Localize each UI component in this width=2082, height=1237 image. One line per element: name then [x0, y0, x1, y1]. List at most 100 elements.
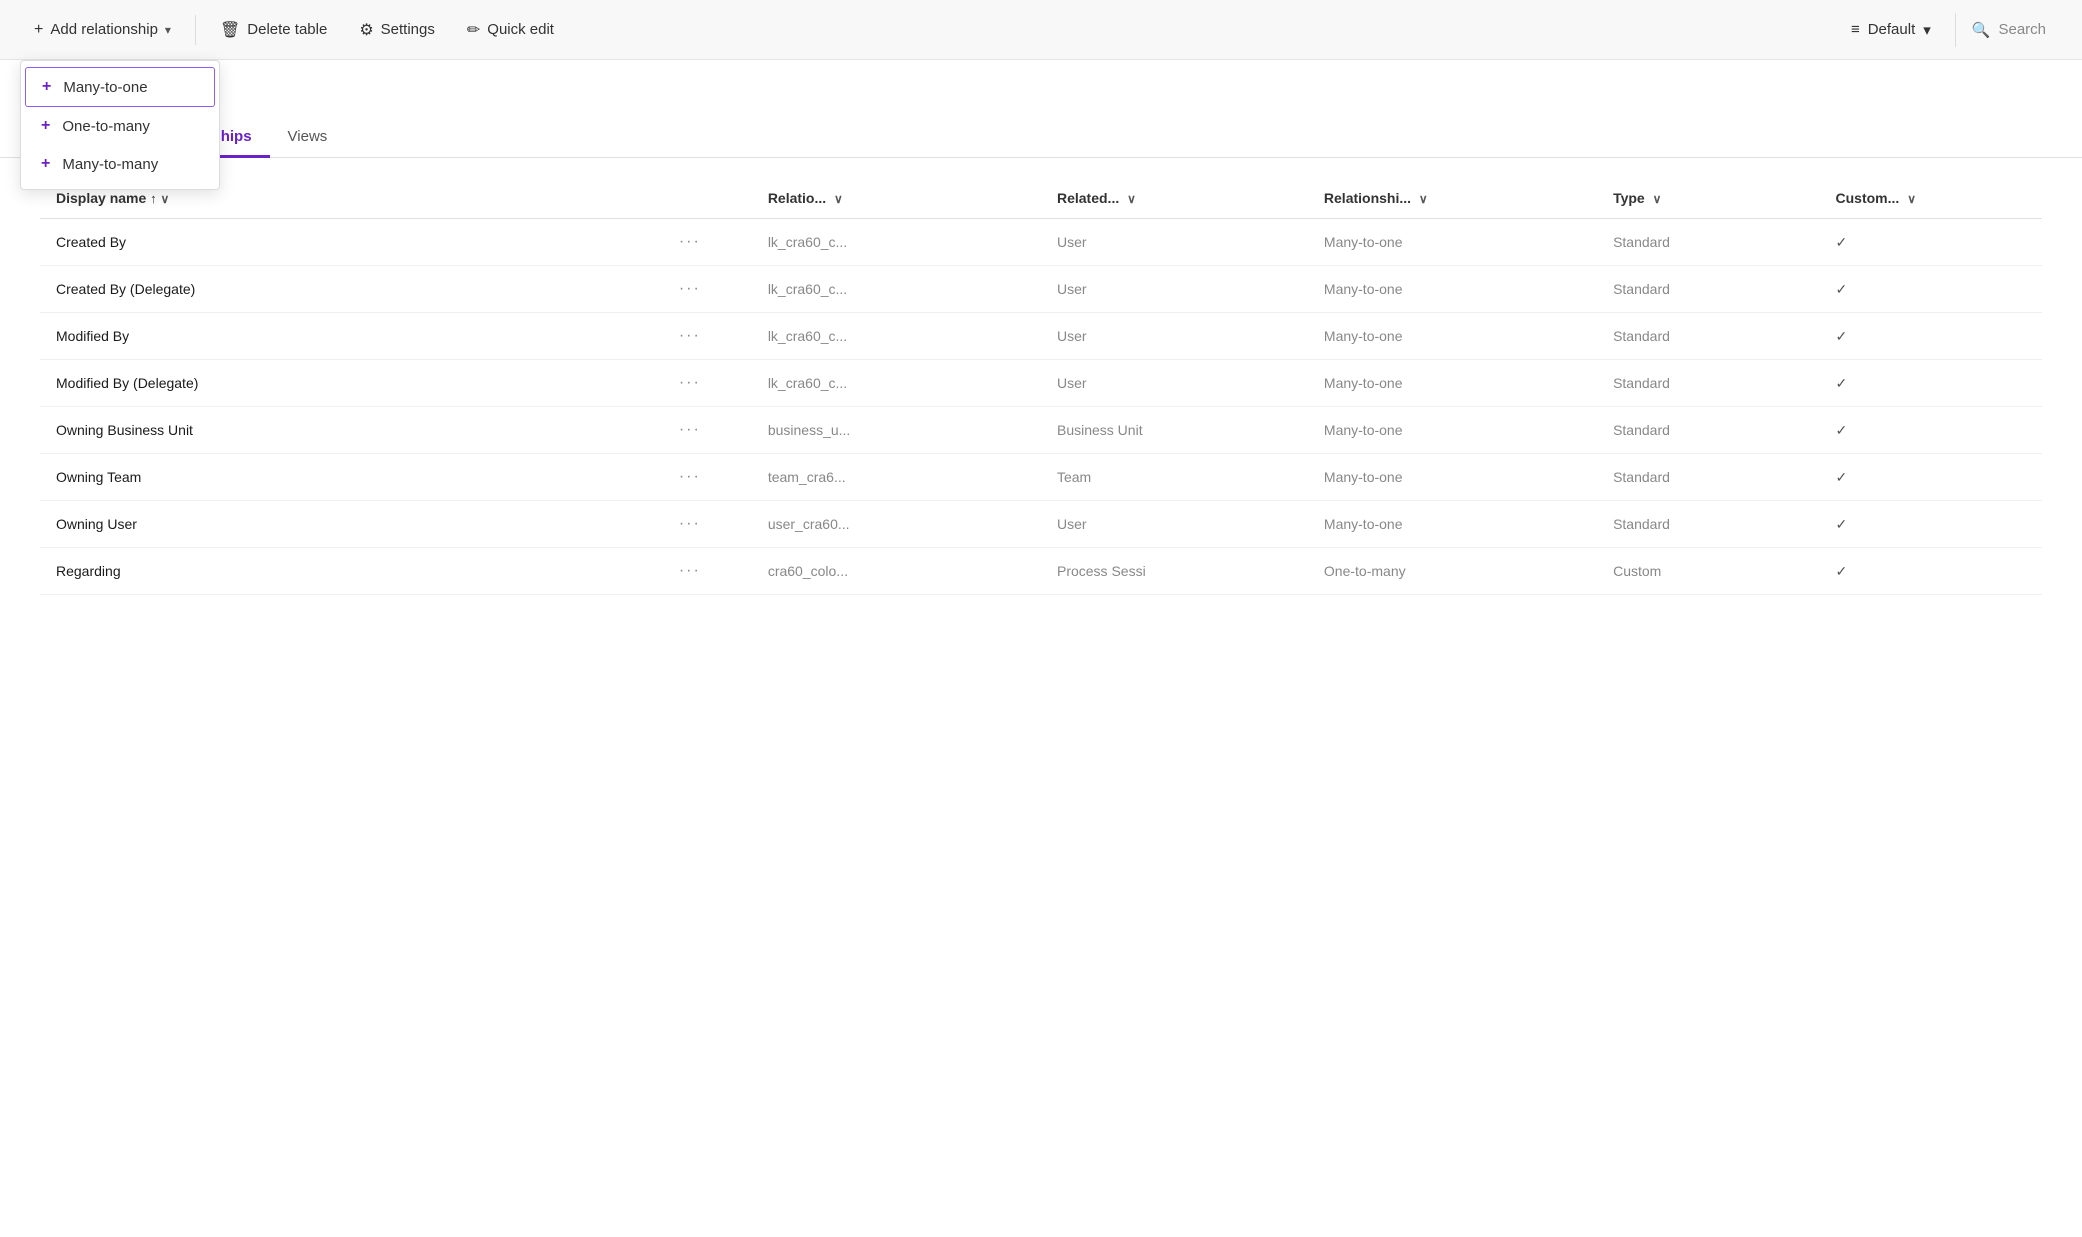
cell-more-options[interactable]: ··· — [663, 407, 752, 454]
cell-relationship: Many-to-one — [1308, 360, 1597, 407]
cell-display-name: Modified By (Delegate) — [40, 360, 663, 407]
cell-relationship: Many-to-one — [1308, 219, 1597, 266]
cell-more-options[interactable]: ··· — [663, 548, 752, 595]
cell-relation-name: lk_cra60_c... — [752, 313, 1041, 360]
cell-custom: ✓ — [1820, 266, 2042, 313]
cell-display-name: Modified By — [40, 313, 663, 360]
relationships-table: Display name ↑ ∨ Relatio... ∨ Related...… — [40, 178, 2042, 595]
cell-more-options[interactable]: ··· — [663, 266, 752, 313]
cell-related: Process Sessi — [1041, 548, 1308, 595]
cell-related: User — [1041, 219, 1308, 266]
settings-label: Settings — [381, 21, 435, 38]
cell-more-options[interactable]: ··· — [663, 360, 752, 407]
cell-type: Standard — [1597, 454, 1819, 501]
cell-relationship: Many-to-one — [1308, 266, 1597, 313]
table-container: Display name ↑ ∨ Relatio... ∨ Related...… — [0, 158, 2082, 615]
settings-button[interactable]: ⚙ Settings — [345, 12, 449, 48]
cell-display-name: Owning Team — [40, 454, 663, 501]
dropdown-one-to-many[interactable]: + One-to-many — [21, 107, 219, 145]
tab-views[interactable]: Views — [270, 118, 346, 158]
page-header: Tables › Color — [0, 60, 2082, 104]
table-row[interactable]: Created By (Delegate) ··· lk_cra60_c... … — [40, 266, 2042, 313]
default-chevron: ▾ — [1923, 21, 1931, 39]
table-row[interactable]: Owning Business Unit ··· business_u... B… — [40, 407, 2042, 454]
one-to-many-plus-icon: + — [41, 117, 50, 135]
many-to-many-label: Many-to-many — [62, 156, 158, 173]
add-relationship-button[interactable]: + Add relationship ▾ — [20, 13, 185, 47]
table-row[interactable]: Modified By (Delegate) ··· lk_cra60_c...… — [40, 360, 2042, 407]
col-header-type[interactable]: Type ∨ — [1597, 178, 1819, 219]
col-header-relationship[interactable]: Relationshi... ∨ — [1308, 178, 1597, 219]
cell-more-options[interactable]: ··· — [663, 313, 752, 360]
cell-display-name: Owning Business Unit — [40, 407, 663, 454]
cell-custom: ✓ — [1820, 548, 2042, 595]
cell-custom: ✓ — [1820, 501, 2042, 548]
delete-icon: 🗑 — [220, 20, 240, 40]
default-button[interactable]: ≡ Default ▾ — [1835, 13, 1947, 47]
cell-custom: ✓ — [1820, 219, 2042, 266]
cell-type: Standard — [1597, 219, 1819, 266]
add-relationship-chevron: ▾ — [165, 23, 171, 37]
col-header-custom[interactable]: Custom... ∨ — [1820, 178, 2042, 219]
search-icon: 🔍 — [1972, 21, 1991, 39]
add-relationship-label: Add relationship — [50, 21, 158, 38]
cell-relation-name: cra60_colo... — [752, 548, 1041, 595]
cell-related: User — [1041, 360, 1308, 407]
delete-table-label: Delete table — [247, 21, 327, 38]
plus-icon: + — [34, 21, 43, 39]
toolbar: + Add relationship ▾ 🗑 Delete table ⚙ Se… — [0, 0, 2082, 60]
quick-edit-label: Quick edit — [487, 21, 554, 38]
cell-more-options[interactable]: ··· — [663, 454, 752, 501]
cell-related: User — [1041, 266, 1308, 313]
many-to-one-plus-icon: + — [42, 78, 51, 96]
cell-display-name: Created By — [40, 219, 663, 266]
table-row[interactable]: Modified By ··· lk_cra60_c... User Many-… — [40, 313, 2042, 360]
cell-display-name: Created By (Delegate) — [40, 266, 663, 313]
add-relationship-dropdown: + Many-to-one + One-to-many + Many-to-ma… — [20, 60, 220, 190]
cell-relationship: Many-to-one — [1308, 313, 1597, 360]
cell-display-name: Owning User — [40, 501, 663, 548]
cell-type: Standard — [1597, 501, 1819, 548]
tabs: Columns Relationships Views — [0, 118, 2082, 158]
cell-related: Business Unit — [1041, 407, 1308, 454]
cell-type: Standard — [1597, 407, 1819, 454]
cell-relation-name: team_cra6... — [752, 454, 1041, 501]
one-to-many-label: One-to-many — [62, 118, 150, 135]
delete-table-button[interactable]: 🗑 Delete table — [206, 12, 341, 48]
cell-type: Standard — [1597, 266, 1819, 313]
cell-custom: ✓ — [1820, 360, 2042, 407]
settings-icon: ⚙ — [359, 20, 373, 40]
table-row[interactable]: Regarding ··· cra60_colo... Process Sess… — [40, 548, 2042, 595]
search-label: Search — [1998, 21, 2046, 38]
table-header-row: Display name ↑ ∨ Relatio... ∨ Related...… — [40, 178, 2042, 219]
table-row[interactable]: Owning User ··· user_cra60... User Many-… — [40, 501, 2042, 548]
cell-relation-name: lk_cra60_c... — [752, 219, 1041, 266]
cell-relationship: Many-to-one — [1308, 407, 1597, 454]
cell-related: User — [1041, 501, 1308, 548]
col-header-related[interactable]: Related... ∨ — [1041, 178, 1308, 219]
table-row[interactable]: Created By ··· lk_cra60_c... User Many-t… — [40, 219, 2042, 266]
cell-type: Custom — [1597, 548, 1819, 595]
table-row[interactable]: Owning Team ··· team_cra6... Team Many-t… — [40, 454, 2042, 501]
cell-custom: ✓ — [1820, 407, 2042, 454]
cell-related: User — [1041, 313, 1308, 360]
default-label: Default — [1868, 21, 1916, 38]
cell-more-options[interactable]: ··· — [663, 219, 752, 266]
cell-custom: ✓ — [1820, 454, 2042, 501]
cell-more-options[interactable]: ··· — [663, 501, 752, 548]
list-icon: ≡ — [1851, 21, 1860, 38]
toolbar-right: ≡ Default ▾ 🔍 Search — [1835, 13, 2062, 47]
cell-relation-name: user_cra60... — [752, 501, 1041, 548]
table-body: Created By ··· lk_cra60_c... User Many-t… — [40, 219, 2042, 595]
col-header-relation-name[interactable]: Relatio... ∨ — [752, 178, 1041, 219]
search-area[interactable]: 🔍 Search — [1955, 13, 2062, 47]
dropdown-many-to-many[interactable]: + Many-to-many — [21, 145, 219, 183]
cell-relation-name: business_u... — [752, 407, 1041, 454]
quick-edit-button[interactable]: ✏ Quick edit — [453, 12, 568, 48]
dropdown-many-to-one[interactable]: + Many-to-one — [25, 67, 215, 107]
cell-relationship: Many-to-one — [1308, 501, 1597, 548]
edit-icon: ✏ — [467, 20, 480, 40]
cell-type: Standard — [1597, 313, 1819, 360]
cell-related: Team — [1041, 454, 1308, 501]
many-to-one-label: Many-to-one — [63, 79, 147, 96]
